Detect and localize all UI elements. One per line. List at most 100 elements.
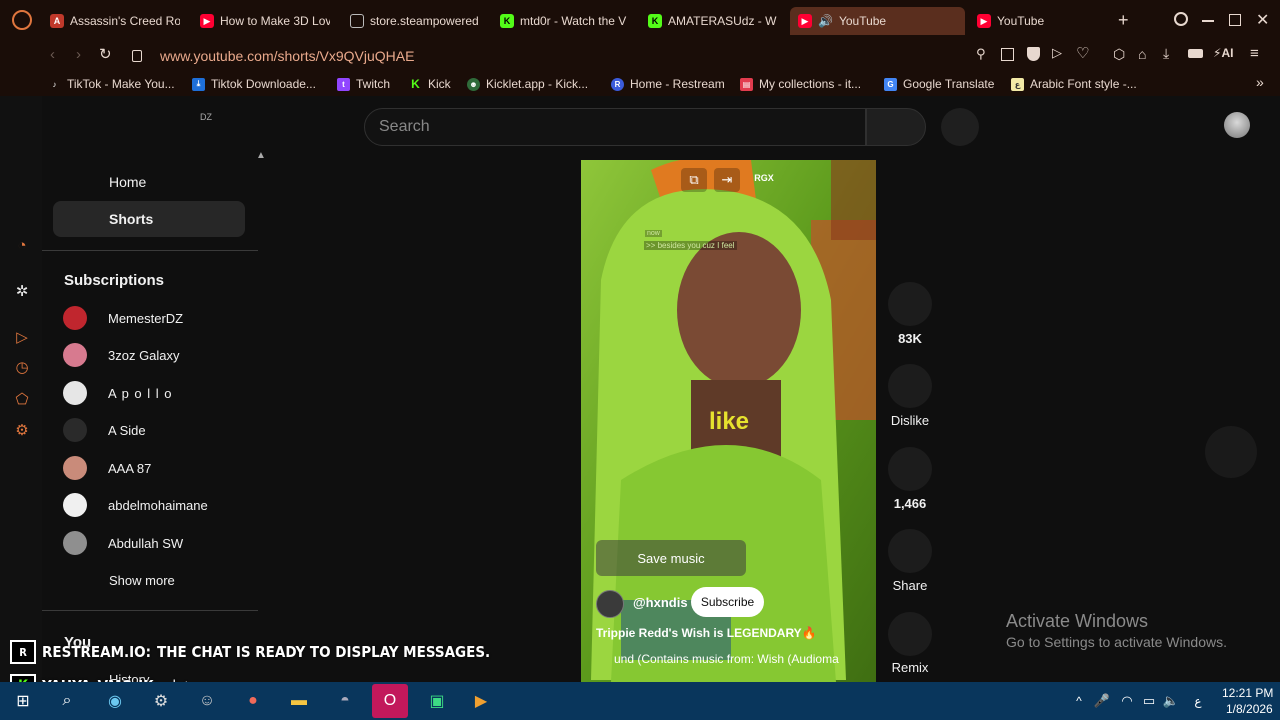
subscription-item[interactable]: AAA 87 [63,454,151,482]
popout-icon[interactable]: ⧉ [681,168,707,192]
subscription-item[interactable]: 3zoz Galaxy [63,341,180,369]
speaker-icon[interactable]: 🔊 [818,14,833,28]
bookmark-collections[interactable]: ▤ My collections - it... [740,76,861,92]
aria-icon[interactable]: ◔ [13,236,31,254]
nav-shorts[interactable]: Shorts [53,201,245,237]
extensions-icon[interactable]: ⬡ [1113,46,1125,63]
subscription-item[interactable]: A p o l l o [63,379,172,407]
wifi-icon[interactable]: ◠ [1116,690,1138,712]
minimize-icon[interactable] [1202,20,1214,22]
tab-active[interactable]: ▶ 🔊 YouTube [790,7,965,35]
share-button[interactable] [888,529,932,573]
wallet-icon[interactable]: ⌂ [1138,46,1146,62]
music-ticker[interactable]: und (Contains music from: Wish (Audioma [599,652,864,668]
language-indicator[interactable]: ع [1187,690,1209,712]
play-icon[interactable]: ▷ [1052,45,1062,61]
next-short-button[interactable] [1205,426,1257,478]
forward-icon[interactable]: › [76,46,81,63]
overlay-small-text: now [645,230,662,237]
clock-time[interactable]: 12:21 PM [1222,686,1273,700]
subscription-item[interactable]: Abdullah SW [63,529,183,557]
dislike-button[interactable] [888,364,932,408]
reload-icon[interactable]: ↻ [99,45,112,63]
battery-saver-icon[interactable] [1188,49,1203,58]
voice-search-button[interactable] [941,108,979,146]
file-explorer-icon[interactable]: ▬ [288,690,310,712]
tab-5[interactable]: K AMATERASUdz - W [648,7,778,35]
start-icon[interactable]: ⊞ [12,690,34,712]
search-icon[interactable]: ⌕ [56,690,78,712]
more-bookmarks-icon[interactable]: » [1256,74,1264,90]
menu-icon[interactable]: ≡ [1250,45,1259,62]
remix-button[interactable] [888,612,932,656]
podcast-app-icon[interactable]: ◉ [104,690,126,712]
tab-7[interactable]: ▶ YouTube [977,7,1107,35]
discord-icon[interactable]: ◓ [334,690,356,712]
tab-3[interactable]: store.steampowered [350,7,480,35]
enter-icon[interactable]: ⇥ [714,168,740,192]
rgx-badge: RGX [754,173,774,183]
extensions-rail-icon[interactable]: ⬠ [13,390,31,408]
settings-icon[interactable]: ⚙ [13,421,31,439]
chatgpt-icon[interactable]: ✲ [13,282,31,300]
bookmark-tiktok-downloader[interactable]: ⤓ Tiktok Downloade... [192,76,316,92]
subscription-item[interactable]: MemesterDZ [63,304,183,332]
show-more-label: Show more [109,572,175,588]
download-icon[interactable]: ⤓ [1163,45,1169,62]
shield-icon[interactable] [1027,47,1040,61]
bookmark-kicklet[interactable]: ☻ Kicklet.app - Kick... [467,76,588,92]
bookmark-arabic-font[interactable]: ع Arabic Font style -... [1011,76,1137,92]
nav-home[interactable]: Home [53,164,245,200]
new-tab-icon[interactable]: + [1118,10,1129,31]
back-icon[interactable]: ‹ [50,46,55,63]
subscribe-button[interactable]: Subscribe [691,587,764,617]
opera-menu-icon[interactable] [12,10,32,30]
bookmark-restream[interactable]: R Home - Restream [611,76,725,92]
search-button[interactable] [866,108,926,146]
tab-1[interactable]: A Assassin's Creed Ro [50,7,180,35]
tray-mic-icon[interactable]: 🎤 [1091,690,1113,712]
short-title[interactable]: Trippie Redd's Wish is LEGENDARY🔥 [596,626,817,640]
history-icon[interactable]: ◷ [13,358,31,376]
show-more-button[interactable]: Show more [109,566,175,594]
heart-icon[interactable]: ♡ [1076,44,1089,62]
url-field[interactable]: www.youtube.com/shorts/Vx9QVjuQHAE [120,43,960,69]
opera-taskbar-icon[interactable]: O [372,684,408,718]
media-player-icon[interactable]: ▶ [470,690,492,712]
bookmark-kick[interactable]: K Kick [409,76,451,92]
tray-chevron-icon[interactable]: ^ [1068,690,1090,712]
streaming-app-icon[interactable]: ▣ [426,690,448,712]
bookmark-twitch[interactable]: t Twitch [337,76,390,92]
subscription-item[interactable]: abdelmohaimane [63,491,208,519]
collections-icon: ▤ [740,77,753,91]
account-avatar[interactable] [1224,112,1250,138]
player-icon[interactable]: ▷ [13,328,31,346]
pin-icon[interactable]: ⚲ [976,46,986,62]
clock-date[interactable]: 1/8/2026 [1226,702,1273,716]
comments-button[interactable] [888,447,932,491]
microphone-icon[interactable]: ● [242,690,264,712]
search-tabs-icon[interactable] [1174,12,1188,26]
battery-icon[interactable]: ▭ [1138,690,1160,712]
search-input[interactable]: Search [364,108,866,146]
settings-app-icon[interactable]: ⚙ [150,690,172,712]
subscriptions-heading[interactable]: Subscriptions [64,272,164,289]
tab-2[interactable]: ▶ How to Make 3D Lov [200,7,330,35]
subscription-item[interactable]: A Side [63,416,146,444]
volume-icon[interactable]: 🔈 [1160,690,1182,712]
tab-label: YouTube [997,14,1045,28]
bookmark-google-translate[interactable]: G Google Translate [884,76,994,92]
channel-avatar[interactable] [596,590,624,618]
bookmark-tiktok[interactable]: ♪ TikTok - Make You... [48,76,175,92]
ai-button[interactable]: ⚡AI [1213,46,1233,60]
maximize-icon[interactable] [1229,14,1241,26]
tab-4[interactable]: Kmtd0r - Watch the V [500,7,630,35]
save-music-button[interactable]: Save music [596,540,746,576]
short-video-player[interactable]: RGX ⧉ ⇥ now >> besides you cuz I feel li… [581,160,876,682]
avatar-app-icon[interactable]: ☺ [196,690,218,712]
like-button[interactable] [888,282,932,326]
collapse-chevron-icon[interactable]: ▲ [256,150,266,161]
channel-handle[interactable]: @hxndis [633,595,688,610]
close-window-icon[interactable]: ✕ [1256,10,1269,30]
snapshot-icon[interactable] [1001,48,1014,61]
